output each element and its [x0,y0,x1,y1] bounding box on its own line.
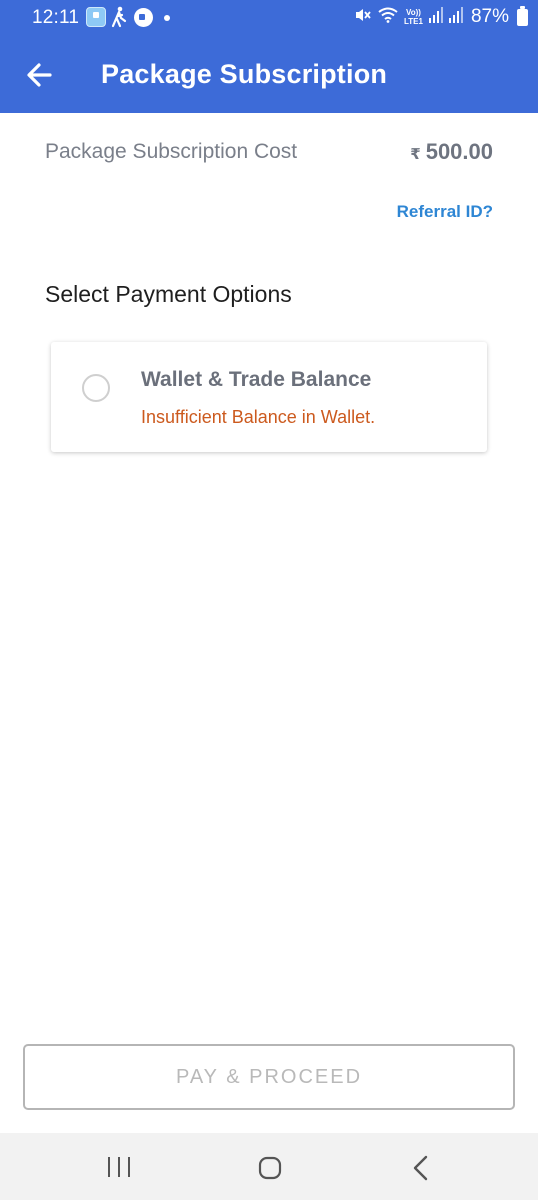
status-time: 12:11 [32,7,80,28]
referral-id-link[interactable]: Referral ID? [397,202,493,222]
back-icon[interactable] [410,1155,432,1186]
volte-top: Vo)) [406,8,421,17]
pay-proceed-button[interactable]: PAY & PROCEED [23,1044,515,1110]
payment-option-wallet[interactable]: Wallet & Trade Balance Insufficient Bala… [51,342,487,452]
back-button[interactable] [22,57,58,93]
cloud-app-icon [86,7,106,27]
signal-2-icon [448,6,463,28]
screen: 12:11 Vo)) LTE1 87% Package Subscription… [0,0,538,1200]
cost-label: Package Subscription Cost [45,140,298,163]
walking-icon [110,6,128,33]
battery-icon [517,5,528,26]
system-nav-bar [0,1133,538,1200]
status-bar: 12:11 Vo)) LTE1 87% [0,0,538,35]
payment-option-error: Insufficient Balance in Wallet. [141,407,376,427]
notification-dot-icon [164,15,170,21]
app-bar: Package Subscription [0,35,538,113]
volte-indicator: Vo)) LTE1 [404,8,423,26]
status-right-group: Vo)) LTE1 87% [354,5,528,29]
cost-amount: 500.00 [425,139,493,164]
volte-bottom: LTE1 [404,17,423,26]
mute-icon [354,6,372,29]
wallet-radio-button[interactable] [82,374,110,402]
currency-symbol: ₹ [410,146,421,163]
wifi-icon [378,7,398,28]
payment-section-title: Select Payment Options [45,281,292,307]
arrow-left-icon [27,63,52,87]
cost-value: ₹ 500.00 [410,139,493,165]
battery-percentage: 87% [470,6,509,27]
payment-option-title: Wallet & Trade Balance [141,368,372,391]
video-call-icon [134,8,153,27]
page-title: Package Subscription [101,59,388,89]
home-icon[interactable] [258,1156,282,1185]
recents-icon[interactable] [106,1156,132,1183]
signal-icon [428,6,443,28]
